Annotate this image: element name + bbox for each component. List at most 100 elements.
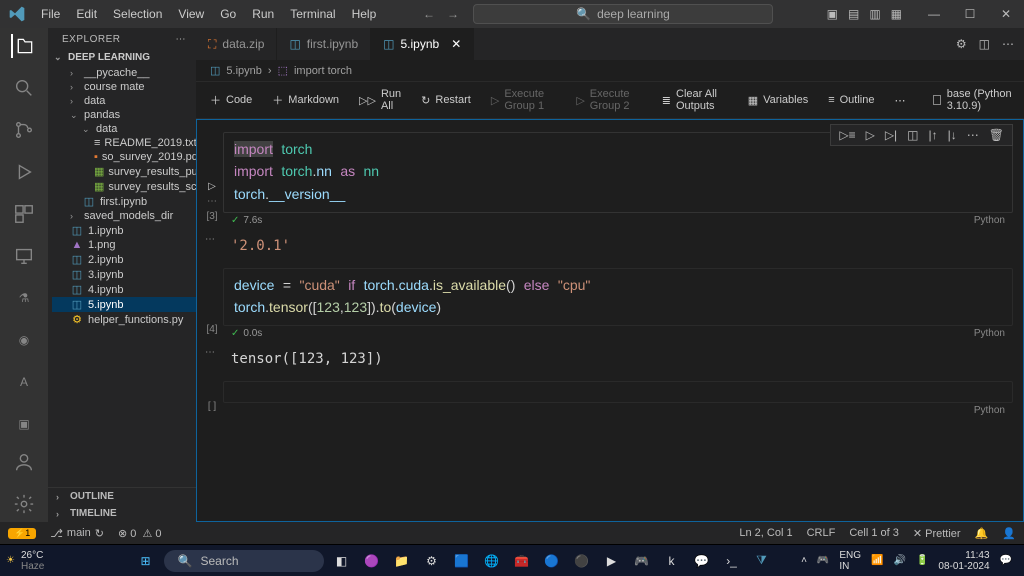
folder-pandas[interactable]: ⌄pandas (52, 108, 196, 122)
cell-move-up-icon[interactable]: |↑ (929, 128, 938, 142)
cursor-position[interactable]: Ln 2, Col 1 (739, 527, 792, 539)
dell-icon[interactable]: ⚫ (570, 549, 594, 573)
cell-run-icon[interactable]: ▷ (866, 128, 875, 142)
language-indicator[interactable]: ENGIN (839, 550, 861, 572)
window-maximize-icon[interactable]: ☐ (952, 7, 988, 21)
notification-center-icon[interactable]: 💬 (1000, 555, 1012, 566)
add-code-button[interactable]: ＋ Code (206, 90, 256, 110)
folder-pandas-data[interactable]: ⌄data (52, 122, 196, 136)
window-close-icon[interactable]: ✕ (988, 7, 1024, 21)
whatsapp-icon[interactable]: 💬 (690, 549, 714, 573)
code-cell-1[interactable]: ▷⋯[3] import torchimport torch.nn as nnt… (201, 132, 1013, 228)
folder-pycache[interactable]: ›__pycache__ (52, 66, 196, 80)
git-branch[interactable]: ⎇main↻ (50, 527, 104, 540)
tab-5-ipynb[interactable]: ◫5.ipynb✕ (371, 28, 474, 60)
command-center-search[interactable]: 🔍 deep learning (473, 4, 773, 24)
terminal-icon[interactable]: ›_ (720, 549, 744, 573)
file-first-ipynb[interactable]: ◫first.ipynb (52, 194, 196, 209)
nav-forward-icon[interactable]: → (447, 7, 459, 21)
file-1-ipynb[interactable]: ◫1.ipynb (52, 223, 196, 238)
code-cell-2[interactable]: [4] device = "cuda" if torch.cuda.is_ava… (201, 268, 1013, 342)
file-survey-public[interactable]: ▦survey_results_public.csv (52, 164, 196, 179)
layout-panel-bottom-icon[interactable]: ▤ (848, 7, 859, 21)
cell-delete-icon[interactable]: 🗑 (989, 128, 1004, 142)
wifi-icon[interactable]: 📶 (871, 555, 883, 566)
taskbar-search[interactable]: 🔍Search (164, 550, 324, 572)
editor-settings-icon[interactable]: ⚙ (956, 37, 967, 51)
battery-icon[interactable]: 🔋 (916, 555, 928, 566)
execute-group-1[interactable]: ▷ Execute Group 1 (487, 86, 560, 114)
explorer-taskbar-icon[interactable]: 📁 (390, 549, 414, 573)
volume-icon[interactable]: 🔊 (893, 555, 905, 566)
tab-data-zip[interactable]: ⛶data.zip (196, 28, 277, 60)
run-debug-icon[interactable] (12, 160, 36, 184)
toolbar-more-icon[interactable]: ⋯ (890, 92, 909, 109)
docker-icon[interactable]: ▣ (12, 412, 36, 436)
restart-button[interactable]: ↻ Restart (417, 92, 475, 109)
file-readme[interactable]: ≡README_2019.txt (52, 136, 196, 150)
extensions-icon[interactable] (12, 202, 36, 226)
execute-group-2[interactable]: ▷ Execute Group 2 (572, 86, 645, 114)
start-button[interactable]: ⊞ (134, 549, 158, 573)
tab-close-icon[interactable]: ✕ (451, 37, 461, 51)
notebook-body[interactable]: ▷≡ ▷ ▷| ◫ |↑ |↓ ⋯ 🗑 ▷⋯[3] import torchim… (196, 119, 1024, 522)
chrome-icon[interactable]: 🔵 (540, 549, 564, 573)
run-cell-icon[interactable]: ▷ (208, 181, 216, 192)
tray-controller-icon[interactable]: 🎮 (817, 555, 829, 566)
settings-gear-icon[interactable] (12, 492, 36, 516)
remote-indicator[interactable]: ⚡1 (8, 528, 36, 539)
add-markdown-button[interactable]: ＋ Markdown (268, 90, 343, 110)
youtube-icon[interactable]: ▶ (600, 549, 624, 573)
menu-go[interactable]: Go (213, 3, 243, 25)
file-5-ipynb[interactable]: ◫5.ipynb (52, 297, 196, 312)
breadcrumb[interactable]: ◫5.ipynb› ⬚import torch (196, 60, 1024, 82)
cell-move-down-icon[interactable]: |↓ (948, 128, 957, 142)
accounts-icon[interactable] (12, 450, 36, 474)
eol-indicator[interactable]: CRLF (807, 527, 836, 539)
menu-edit[interactable]: Edit (69, 3, 104, 25)
notifications-icon[interactable]: 🔔 (975, 527, 989, 540)
vscode-taskbar-icon[interactable]: ⧩ (750, 549, 774, 573)
menu-help[interactable]: Help (345, 3, 384, 25)
task-view-icon[interactable]: ◧ (330, 549, 354, 573)
source-control-icon[interactable] (12, 118, 36, 142)
file-survey-schema[interactable]: ▦survey_results_schema.csv (52, 179, 196, 194)
layout-panel-left-icon[interactable]: ▣ (827, 7, 838, 21)
file-1-png[interactable]: ▲1.png (52, 238, 196, 252)
prettier-status[interactable]: ✕ Prettier (913, 527, 961, 540)
problems[interactable]: ⊗ 0 ⚠ 0 (118, 527, 162, 540)
jupyter-icon[interactable]: ◉ (12, 328, 36, 352)
testing-icon[interactable]: ⚗ (12, 286, 36, 310)
project-header[interactable]: ⌄DEEP LEARNING (48, 49, 196, 66)
steam-icon[interactable]: 🎮 (630, 549, 654, 573)
menu-view[interactable]: View (171, 3, 211, 25)
clock[interactable]: 11:4308-01-2024 (938, 550, 989, 572)
variables-button[interactable]: ▦ Variables (744, 92, 812, 109)
weather-widget[interactable]: ☀ 26°CHaze (6, 550, 106, 572)
tray-chevron-icon[interactable]: ˄ (801, 555, 807, 566)
outline-button[interactable]: ≡ Outline (824, 92, 878, 108)
layout-panel-right-icon[interactable]: ▥ (869, 7, 880, 21)
kernel-selector[interactable]: base (Python 3.10.9) (933, 88, 1014, 112)
folder-data[interactable]: ›data (52, 94, 196, 108)
cell-more-icon[interactable]: ⋯ (967, 128, 979, 142)
cell-split-icon[interactable]: ◫ (907, 128, 918, 142)
outline-section[interactable]: ›OUTLINE (48, 488, 196, 505)
run-all-button[interactable]: ▷▷ Run All (355, 86, 405, 114)
store-icon[interactable]: 🧰 (510, 549, 534, 573)
file-so-survey-pdf[interactable]: ▪so_survey_2019.pdf (52, 150, 196, 164)
editor-split-icon[interactable]: ◫ (979, 37, 990, 51)
code-cell-3[interactable]: [ ] Python (201, 381, 1013, 418)
menu-run[interactable]: Run (245, 3, 281, 25)
cell-run-by-line-icon[interactable]: ▷≡ (839, 128, 855, 142)
copilot-icon[interactable]: 🟣 (360, 549, 384, 573)
tab-first-ipynb[interactable]: ◫first.ipynb (277, 28, 371, 60)
remote-explorer-icon[interactable] (12, 244, 36, 268)
azure-icon[interactable]: A (12, 370, 36, 394)
status-profile-icon[interactable]: 👤 (1002, 527, 1016, 540)
menu-file[interactable]: File (34, 3, 67, 25)
cell-indicator[interactable]: Cell 1 of 3 (849, 527, 899, 539)
app2-icon[interactable]: k (660, 549, 684, 573)
code-editor-cell3[interactable] (223, 381, 1013, 403)
file-2-ipynb[interactable]: ◫2.ipynb (52, 252, 196, 267)
